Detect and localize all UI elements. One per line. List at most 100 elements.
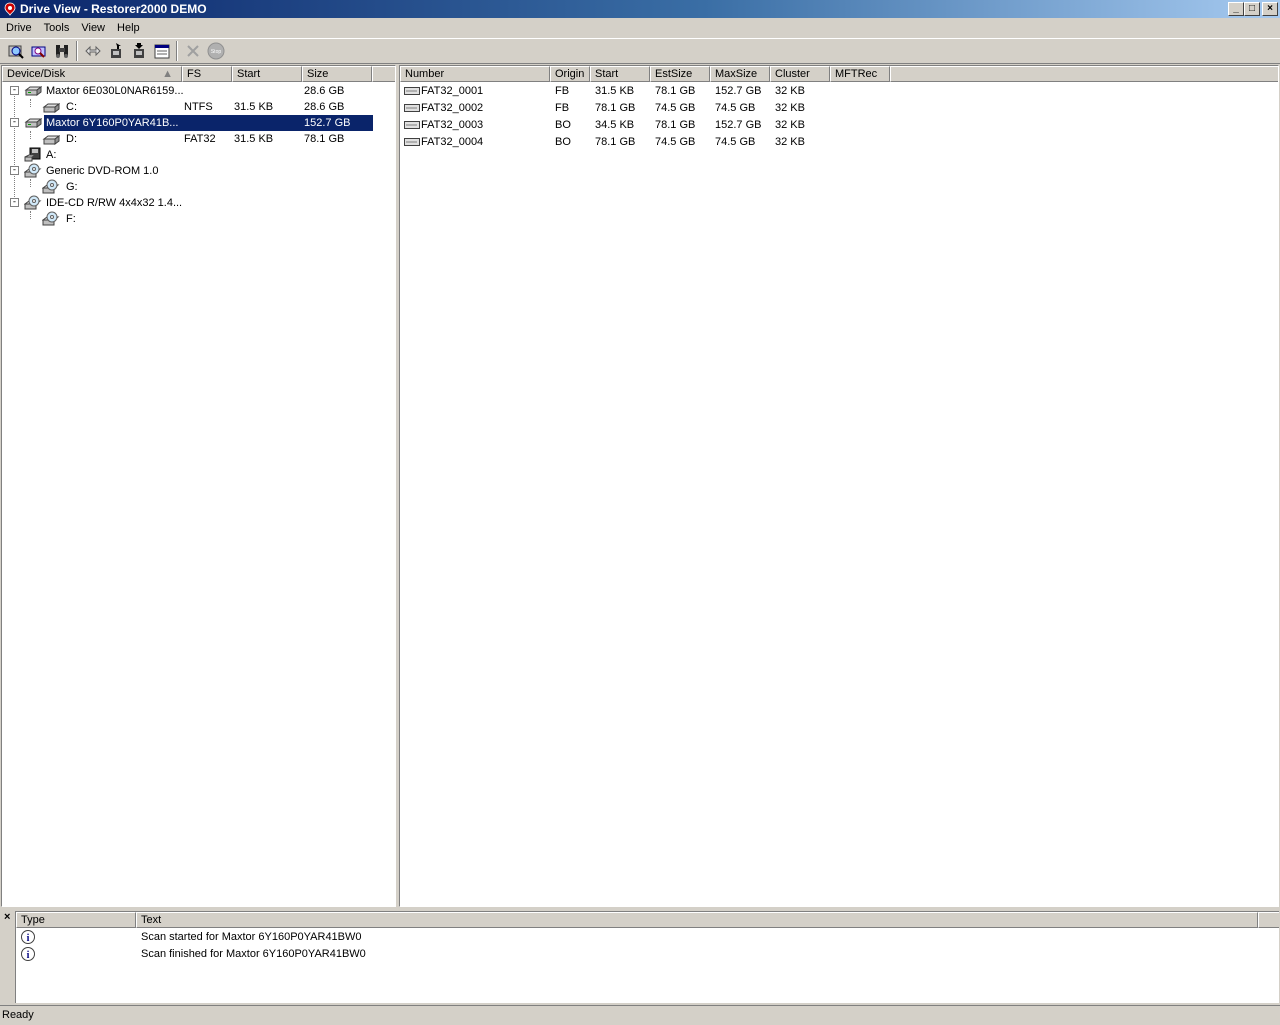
column-header-device[interactable]: Device/Disk ▲ bbox=[2, 66, 182, 82]
partition-row[interactable]: FAT32_0004 BO 78.1 GB 74.5 GB 74.5 GB 32… bbox=[400, 134, 1278, 150]
tree-row-disk-2[interactable]: - Maxtor 6Y160P0YAR41B... 152.7 GB bbox=[2, 115, 395, 131]
compare-icon bbox=[84, 45, 101, 57]
floppy-drive-icon bbox=[24, 147, 41, 162]
tree-row-disk-1[interactable]: - Maxtor 6E030L0NAR6159... 28.6 GB bbox=[2, 83, 395, 99]
partition-row[interactable]: FAT32_0003 BO 34.5 KB 78.1 GB 152.7 GB 3… bbox=[400, 117, 1278, 133]
partition-list-panel[interactable]: Number Origin Start EstSize MaxSize Clus… bbox=[399, 65, 1279, 907]
tree-row-cd-rw[interactable]: - IDE-CD R/RW 4x4x32 1.4... bbox=[2, 195, 395, 211]
maximize-button[interactable]: □ bbox=[1244, 2, 1260, 16]
cancel-button[interactable] bbox=[181, 40, 204, 62]
search-binoculars-icon bbox=[55, 45, 68, 58]
tree-item-label: A: bbox=[46, 149, 57, 161]
column-header-number[interactable]: Number bbox=[400, 66, 550, 82]
find-button[interactable] bbox=[27, 40, 50, 62]
partition-icon bbox=[404, 121, 420, 129]
maxsize-cell: 152.7 GB bbox=[715, 119, 762, 131]
menu-tools[interactable]: Tools bbox=[38, 22, 76, 34]
estsize-cell: 74.5 GB bbox=[655, 136, 696, 148]
svg-text:i: i bbox=[27, 933, 30, 944]
open-image-button[interactable] bbox=[104, 40, 127, 62]
column-header-filler bbox=[372, 66, 395, 82]
tree-row-drive-f[interactable]: F: bbox=[2, 211, 395, 227]
column-header-start[interactable]: Start bbox=[590, 66, 650, 82]
log-list[interactable]: Type Text i Scan started for Maxtor 6Y16… bbox=[15, 911, 1279, 1003]
partition-row[interactable]: FAT32_0002 FB 78.1 GB 74.5 GB 74.5 GB 32… bbox=[400, 100, 1278, 116]
partition-icon bbox=[404, 138, 420, 146]
minimize-button[interactable]: _ bbox=[1228, 2, 1244, 16]
origin-cell: FB bbox=[555, 85, 570, 97]
collapse-icon[interactable]: - bbox=[10, 86, 19, 95]
save-image-button[interactable] bbox=[127, 40, 150, 62]
open-image-icon bbox=[110, 43, 121, 58]
title-bar: Drive View - Restorer2000 DEMO _ □ × bbox=[0, 0, 1280, 18]
close-log-icon[interactable]: × bbox=[4, 911, 10, 923]
cd-drive-icon bbox=[24, 195, 42, 210]
partition-row[interactable]: FAT32_0001 FB 31.5 KB 78.1 GB 152.7 GB 3… bbox=[400, 83, 1278, 99]
cluster-cell: 32 KB bbox=[775, 85, 805, 97]
tree-item-label: D: bbox=[66, 133, 77, 145]
number-cell: FAT32_0003 bbox=[421, 119, 484, 131]
size-cell: 78.1 GB bbox=[304, 133, 345, 145]
menu-help[interactable]: Help bbox=[111, 22, 146, 34]
cancel-icon bbox=[186, 45, 199, 57]
column-header-cluster[interactable]: Cluster bbox=[770, 66, 830, 82]
start-cell: 78.1 GB bbox=[595, 102, 636, 114]
column-header-maxsize[interactable]: MaxSize bbox=[710, 66, 770, 82]
origin-cell: FB bbox=[555, 102, 570, 114]
tree-row-floppy-a[interactable]: A: bbox=[2, 147, 395, 163]
close-button[interactable]: × bbox=[1262, 2, 1278, 16]
column-header-estsize[interactable]: EstSize bbox=[650, 66, 710, 82]
log-row[interactable]: i Scan started for Maxtor 6Y160P0YAR41BW… bbox=[16, 929, 1278, 945]
column-header-start[interactable]: Start bbox=[232, 66, 302, 82]
hard-disk-icon bbox=[24, 118, 42, 128]
properties-button[interactable] bbox=[150, 40, 173, 62]
menu-drive[interactable]: Drive bbox=[0, 22, 38, 34]
start-cell: 31.5 KB bbox=[234, 133, 274, 145]
close-icon: × bbox=[1267, 3, 1273, 14]
cluster-cell: 32 KB bbox=[775, 119, 805, 131]
menu-view[interactable]: View bbox=[75, 22, 111, 34]
window-title: Drive View - Restorer2000 DEMO bbox=[20, 2, 207, 16]
column-header-type[interactable]: Type bbox=[16, 912, 136, 928]
fs-cell: FAT32 bbox=[184, 133, 216, 145]
toolbar-separator bbox=[76, 41, 78, 61]
tree-item-label: G: bbox=[66, 181, 78, 193]
collapse-icon[interactable]: - bbox=[10, 198, 19, 207]
column-header-fs[interactable]: FS bbox=[182, 66, 232, 82]
stop-button[interactable]: Stop bbox=[204, 40, 227, 62]
compare-button[interactable] bbox=[81, 40, 104, 62]
column-header-filler bbox=[1258, 912, 1279, 928]
tree-row-partition-c[interactable]: C: NTFS 31.5 KB 28.6 GB bbox=[2, 99, 395, 115]
partition-icon bbox=[404, 104, 420, 112]
app-icon[interactable] bbox=[3, 2, 17, 16]
find-icon bbox=[31, 46, 45, 58]
device-tree-panel[interactable]: Device/Disk ▲ FS Start Size - Maxtor 6E0… bbox=[1, 65, 396, 907]
log-panel: × Type Text i Scan started for Maxtor 6Y… bbox=[1, 911, 1279, 1003]
log-row[interactable]: i Scan finished for Maxtor 6Y160P0YAR41B… bbox=[16, 946, 1278, 962]
save-image-icon bbox=[133, 43, 144, 58]
fs-cell: NTFS bbox=[184, 101, 213, 113]
estsize-cell: 78.1 GB bbox=[655, 85, 696, 97]
tree-row-dvd-rom[interactable]: - Generic DVD-ROM 1.0 bbox=[2, 163, 395, 179]
column-header-origin[interactable]: Origin bbox=[550, 66, 590, 82]
column-header-text[interactable]: Text bbox=[136, 912, 1258, 928]
cluster-cell: 32 KB bbox=[775, 136, 805, 148]
search-button[interactable] bbox=[50, 40, 73, 62]
tree-row-partition-d[interactable]: D: FAT32 31.5 KB 78.1 GB bbox=[2, 131, 395, 147]
size-cell: 152.7 GB bbox=[304, 117, 351, 129]
cluster-cell: 32 KB bbox=[775, 102, 805, 114]
svg-text:Stop: Stop bbox=[210, 49, 221, 55]
start-cell: 31.5 KB bbox=[595, 85, 635, 97]
column-header-mftrec[interactable]: MFTRec bbox=[830, 66, 890, 82]
collapse-icon[interactable]: - bbox=[10, 118, 19, 127]
origin-cell: BO bbox=[555, 136, 571, 148]
tree-row-drive-g[interactable]: G: bbox=[2, 179, 395, 195]
minimize-icon: _ bbox=[1233, 3, 1239, 14]
estsize-cell: 74.5 GB bbox=[655, 102, 696, 114]
collapse-icon[interactable]: - bbox=[10, 166, 19, 175]
column-header-size[interactable]: Size bbox=[302, 66, 372, 82]
scan-button[interactable] bbox=[4, 40, 27, 62]
scan-icon bbox=[8, 45, 24, 59]
tree-item-label: F: bbox=[66, 213, 76, 225]
size-cell: 28.6 GB bbox=[304, 101, 345, 113]
